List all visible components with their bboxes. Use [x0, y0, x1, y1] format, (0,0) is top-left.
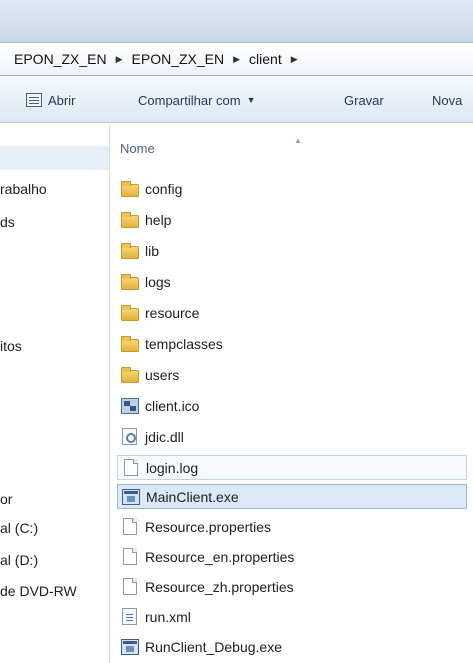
file-row-resource-zh-properties[interactable]: Resource_zh.properties: [117, 574, 467, 599]
file-list: Nome ▲ config help lib logs resource tem…: [111, 124, 473, 663]
sort-ascending-icon: ▲: [294, 136, 302, 145]
folder-icon: [121, 366, 139, 383]
nav-item-downloads[interactable]: ds: [0, 214, 15, 230]
file-row-client-ico[interactable]: client.ico: [117, 393, 467, 418]
file-name: jdic.dll: [145, 428, 184, 445]
open-button[interactable]: Abrir: [20, 85, 81, 115]
share-with-button[interactable]: Compartilhar com ▼: [132, 85, 262, 115]
open-label: Abrir: [48, 92, 76, 108]
file-name: resource: [145, 304, 200, 321]
column-header-name[interactable]: Nome: [120, 141, 155, 156]
nav-item-documentos[interactable]: itos: [0, 338, 22, 354]
window-title-bar: [0, 0, 473, 42]
folder-icon: [121, 335, 139, 352]
nav-item-area-de-trabalho[interactable]: rabalho: [0, 181, 47, 197]
file-row-tempclasses[interactable]: tempclasses: [117, 331, 467, 356]
file-row-config[interactable]: config: [117, 176, 467, 201]
file-name: login.log: [146, 459, 199, 476]
file-row-resource[interactable]: resource: [117, 300, 467, 325]
file-row-runclient-debug-exe[interactable]: RunClient_Debug.exe: [117, 634, 467, 659]
image-file-icon: [121, 397, 139, 414]
folder-icon: [121, 211, 139, 228]
file-name: run.xml: [145, 608, 191, 625]
share-with-label: Compartilhar com: [138, 92, 241, 108]
text-file-icon: [123, 548, 137, 565]
file-name: Resource_zh.properties: [145, 578, 294, 595]
file-row-run-xml[interactable]: run.xml: [117, 604, 467, 629]
address-bar[interactable]: EPON_ZX_EN ▶ EPON_ZX_EN ▶ client ▶: [0, 42, 473, 76]
text-file-icon: [123, 578, 137, 595]
file-name: config: [145, 180, 183, 197]
file-name: Resource.properties: [145, 518, 272, 535]
open-icon: [26, 93, 42, 107]
file-row-login-log[interactable]: login.log: [117, 455, 467, 480]
text-file-icon: [123, 518, 137, 535]
breadcrumb-client[interactable]: client: [249, 51, 282, 67]
breadcrumb-epon-zx-en-2[interactable]: EPON_ZX_EN: [132, 51, 225, 67]
file-row-lib[interactable]: lib: [117, 238, 467, 263]
xml-file-icon: [122, 608, 137, 625]
command-toolbar: Abrir Compartilhar com ▼ Gravar Nova: [0, 77, 473, 123]
nav-item-computador[interactable]: or: [0, 491, 12, 507]
file-name: users: [145, 366, 180, 383]
breadcrumb-epon-zx-en-1[interactable]: EPON_ZX_EN: [14, 51, 107, 67]
exe-file-icon: [121, 638, 139, 655]
file-row-logs[interactable]: logs: [117, 269, 467, 294]
file-name: RunClient_Debug.exe: [145, 638, 282, 655]
file-row-jdic-dll[interactable]: jdic.dll: [117, 424, 467, 449]
file-name: Resource_en.properties: [145, 548, 295, 565]
file-row-mainclient-exe[interactable]: MainClient.exe: [117, 484, 467, 509]
file-name: MainClient.exe: [146, 488, 239, 505]
dll-file-icon: [122, 428, 137, 445]
file-name: client.ico: [145, 397, 200, 414]
folder-icon: [121, 180, 139, 197]
text-file-icon: [124, 459, 138, 476]
file-name: help: [145, 211, 172, 228]
folder-icon: [121, 273, 139, 290]
file-name: lib: [145, 242, 160, 259]
burn-button[interactable]: Gravar: [338, 85, 390, 115]
burn-label: Gravar: [344, 92, 384, 108]
folder-icon: [121, 304, 139, 321]
nav-item-disco-local-d[interactable]: al (D:): [0, 552, 38, 568]
folder-icon: [121, 242, 139, 259]
exe-file-icon: [122, 488, 140, 505]
file-row-resource-en-properties[interactable]: Resource_en.properties: [117, 544, 467, 569]
nav-selected-highlight: [0, 146, 109, 170]
file-row-help[interactable]: help: [117, 207, 467, 232]
new-folder-button[interactable]: Nova: [426, 85, 468, 115]
breadcrumb-separator-icon[interactable]: ▶: [233, 54, 240, 65]
file-name: tempclasses: [145, 335, 223, 352]
chevron-down-icon: ▼: [246, 95, 256, 105]
nav-item-disco-local-c[interactable]: al (C:): [0, 520, 38, 536]
file-name: logs: [145, 273, 171, 290]
breadcrumb-separator-icon[interactable]: ▶: [291, 54, 298, 65]
navigation-pane: rabalho ds itos or al (C:) al (D:) de DV…: [0, 124, 110, 663]
nav-item-dvd-rw-drive[interactable]: de DVD-RW: [0, 583, 77, 599]
breadcrumb-separator-icon[interactable]: ▶: [116, 54, 123, 65]
file-row-resource-properties[interactable]: Resource.properties: [117, 514, 467, 539]
file-row-users[interactable]: users: [117, 362, 467, 387]
new-folder-label: Nova: [432, 92, 463, 108]
